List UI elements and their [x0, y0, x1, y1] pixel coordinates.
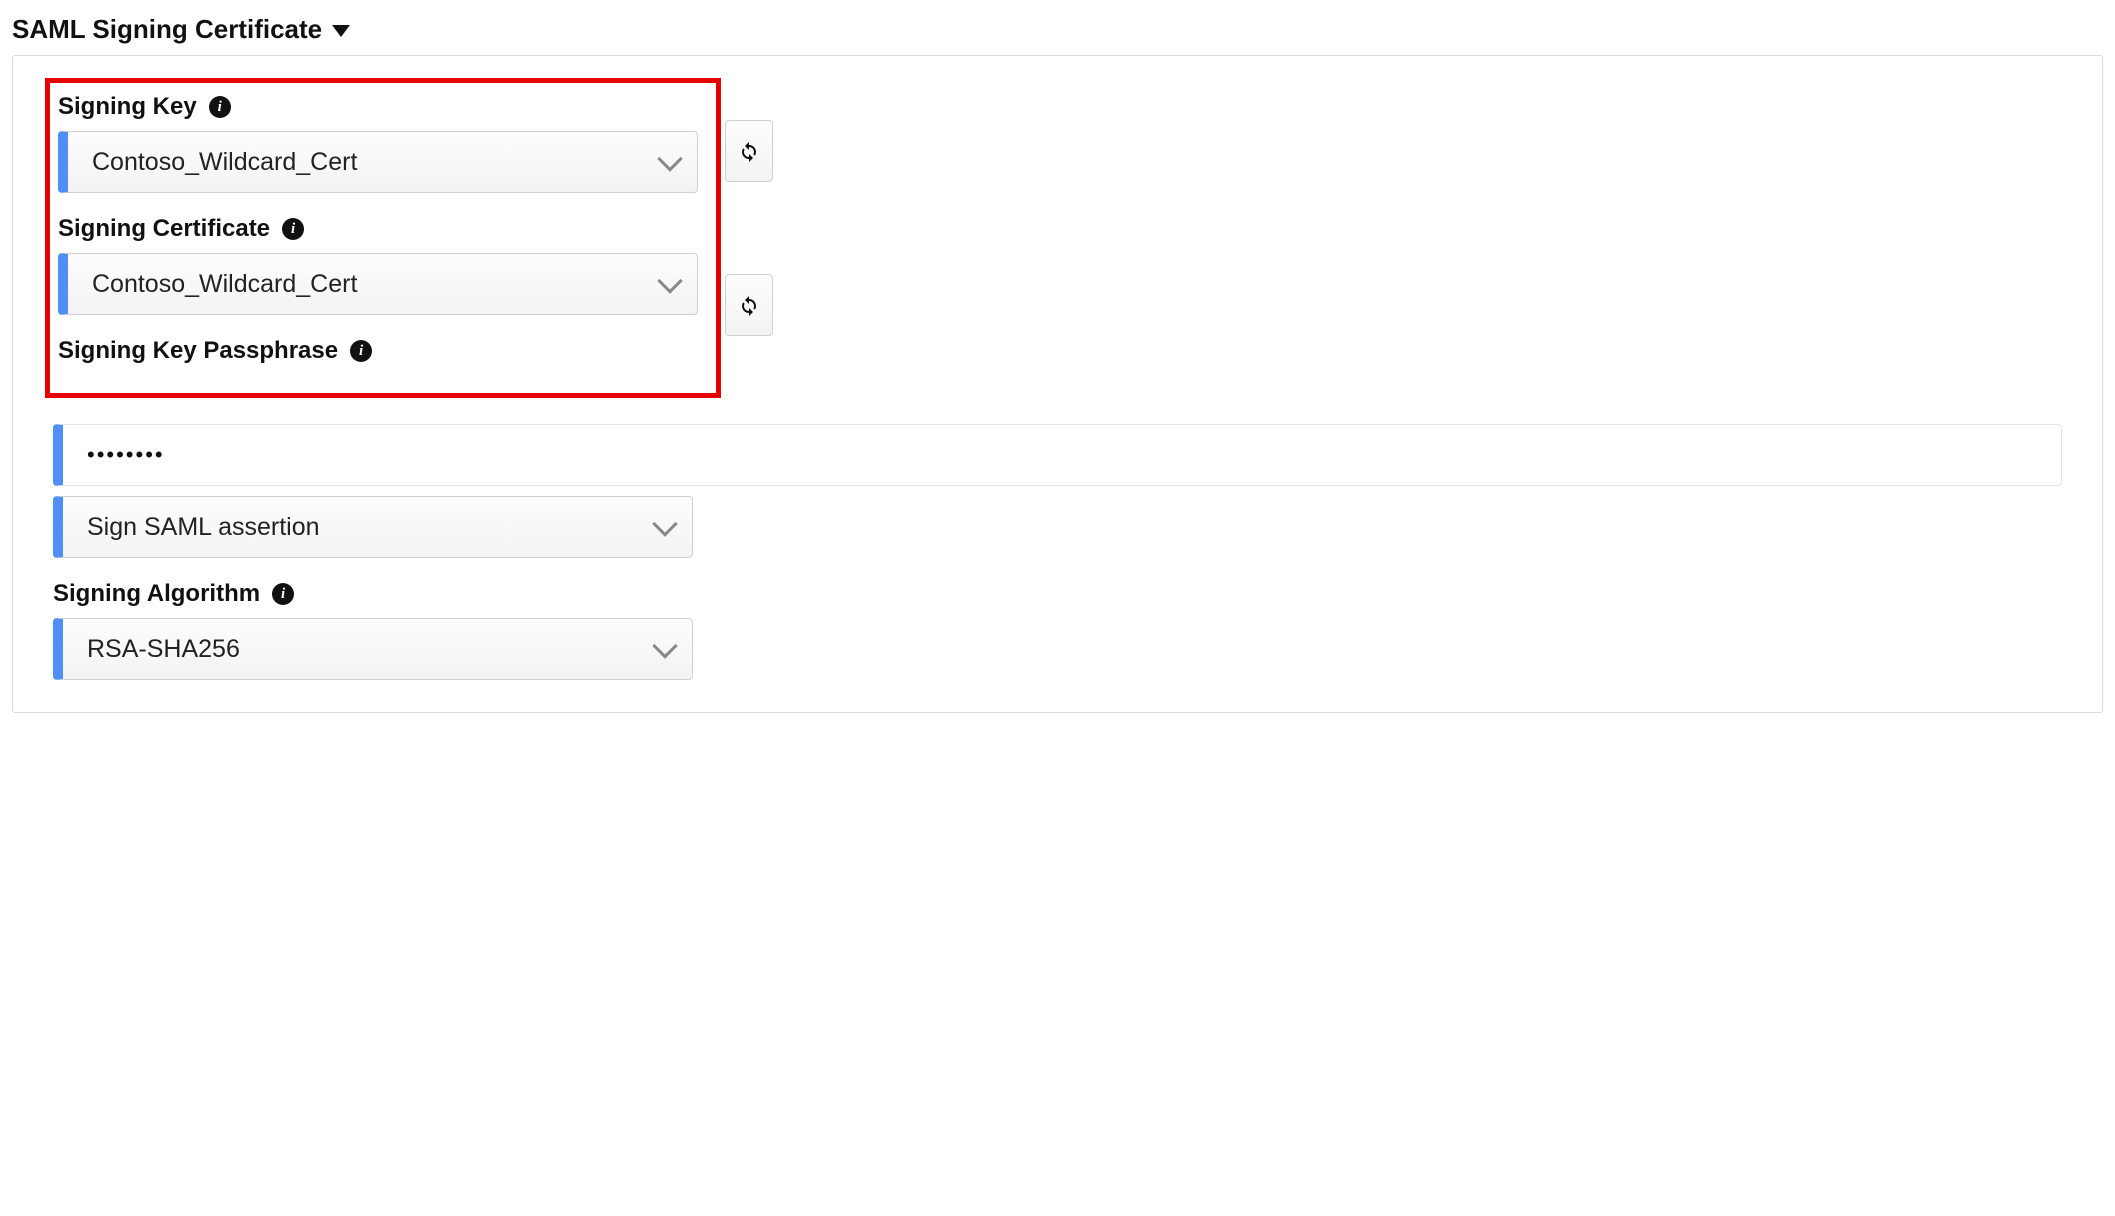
signing-algorithm-select[interactable]: RSA-SHA256	[53, 618, 693, 680]
section-header[interactable]: SAML Signing Certificate	[12, 12, 2103, 55]
label-signing-key: Signing Key i	[58, 93, 708, 121]
info-icon[interactable]: i	[350, 340, 372, 362]
label-text: Signing Key	[58, 93, 197, 121]
label-signing-key-passphrase: Signing Key Passphrase i	[58, 337, 708, 365]
refresh-icon	[737, 139, 761, 163]
caret-down-icon	[332, 25, 350, 37]
refresh-icon	[737, 293, 761, 317]
refresh-signing-key-button[interactable]	[725, 120, 773, 182]
label-text: Signing Algorithm	[53, 580, 260, 608]
field-signing-key-passphrase: Signing Key Passphrase i	[58, 337, 708, 365]
info-icon[interactable]: i	[209, 96, 231, 118]
label-signing-certificate: Signing Certificate i	[58, 215, 708, 243]
label-signing-algorithm: Signing Algorithm i	[53, 580, 2062, 608]
signing-key-select[interactable]: Contoso_Wildcard_Cert	[58, 131, 698, 193]
chevron-down-icon	[657, 146, 682, 171]
section-panel: Signing Key i Contoso_Wildcard_Cert Sign…	[12, 55, 2103, 713]
label-text: Signing Certificate	[58, 215, 270, 243]
info-icon[interactable]: i	[282, 218, 304, 240]
chevron-down-icon	[652, 633, 677, 658]
section-title: SAML Signing Certificate	[12, 14, 322, 45]
refresh-signing-certificate-button[interactable]	[725, 274, 773, 336]
select-value: Sign SAML assertion	[87, 513, 656, 542]
select-value: Contoso_Wildcard_Cert	[92, 148, 661, 177]
select-value: RSA-SHA256	[87, 635, 656, 664]
label-text: Signing Key Passphrase	[58, 337, 338, 365]
info-icon[interactable]: i	[272, 583, 294, 605]
signing-key-passphrase-input[interactable]	[53, 424, 2062, 486]
signing-option-select[interactable]: Sign SAML assertion	[53, 496, 693, 558]
field-signing-algorithm: Signing Algorithm i RSA-SHA256	[53, 580, 2062, 680]
field-signing-certificate: Signing Certificate i Contoso_Wildcard_C…	[58, 215, 708, 315]
highlight-box: Signing Key i Contoso_Wildcard_Cert Sign…	[45, 78, 721, 398]
chevron-down-icon	[657, 268, 682, 293]
field-signing-key: Signing Key i Contoso_Wildcard_Cert	[58, 93, 708, 193]
signing-certificate-select[interactable]: Contoso_Wildcard_Cert	[58, 253, 698, 315]
chevron-down-icon	[652, 511, 677, 536]
select-value: Contoso_Wildcard_Cert	[92, 270, 661, 299]
